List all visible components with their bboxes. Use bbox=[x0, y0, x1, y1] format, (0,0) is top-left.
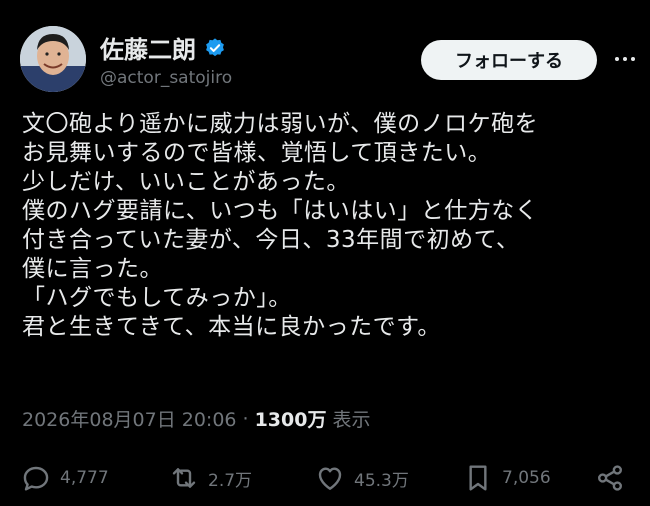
action-bar: 4,777 2.7万 45.3万 7,056 bbox=[20, 462, 640, 502]
author-display-name[interactable]: 佐藤二朗 bbox=[100, 30, 196, 65]
tweet-text: 文〇砲より遥かに威力は弱いが、僕のノロケ砲を お見舞いするので皆様、覚悟して頂き… bbox=[22, 110, 642, 342]
share-button[interactable] bbox=[594, 462, 626, 494]
bookmark-button[interactable]: 7,056 bbox=[462, 462, 551, 494]
tweet-meta: 2026年08月07日 20:06 · 1300万 表示 bbox=[22, 405, 370, 432]
share-icon bbox=[598, 465, 622, 491]
tweet-line: 「ハグでもしてみっか」。 bbox=[22, 285, 292, 311]
meta-separator: · bbox=[242, 407, 249, 430]
retweet-icon bbox=[172, 468, 196, 488]
bookmark-count: 7,056 bbox=[502, 468, 551, 488]
like-count: 45.3万 bbox=[354, 470, 409, 491]
follow-button[interactable]: フォローする bbox=[421, 40, 597, 80]
tweet-line: 僕のハグ要請に、いつも「はいはい」と仕方なく bbox=[22, 198, 539, 224]
views-count: 1300万 bbox=[254, 409, 327, 431]
author-handle[interactable]: @actor_satojiro bbox=[100, 68, 232, 88]
like-icon bbox=[318, 467, 342, 490]
tweet-line: 付き合っていた妻が、今日、33年間で初めて、 bbox=[22, 227, 520, 253]
bookmark-icon bbox=[469, 465, 487, 491]
retweet-count: 2.7万 bbox=[208, 470, 253, 491]
author-name-row: 佐藤二朗 bbox=[100, 30, 226, 65]
retweet-button[interactable]: 2.7万 bbox=[168, 462, 252, 494]
reply-button[interactable]: 4,777 bbox=[20, 462, 109, 494]
avatar-photo bbox=[20, 26, 86, 92]
reply-count: 4,777 bbox=[60, 468, 109, 488]
timestamp[interactable]: 2026年08月07日 20:06 bbox=[22, 405, 237, 432]
tweet-line: お見舞いするので皆様、覚悟して頂きたい。 bbox=[22, 140, 492, 166]
tweet-line: 文〇砲より遥かに威力は弱いが、僕のノロケ砲を bbox=[22, 111, 539, 137]
tweet-line: 少しだけ、いいことがあった。 bbox=[22, 169, 350, 195]
more-icon[interactable] bbox=[610, 44, 640, 74]
like-button[interactable]: 45.3万 bbox=[314, 462, 409, 494]
views-label: 表示 bbox=[332, 409, 371, 431]
tweet-line: 僕に言った。 bbox=[22, 256, 163, 282]
reply-icon bbox=[23, 466, 49, 491]
tweet-line: 君と生きてきて、本当に良かったです。 bbox=[22, 314, 441, 340]
avatar[interactable] bbox=[20, 26, 86, 92]
verified-badge-icon bbox=[206, 37, 224, 56]
